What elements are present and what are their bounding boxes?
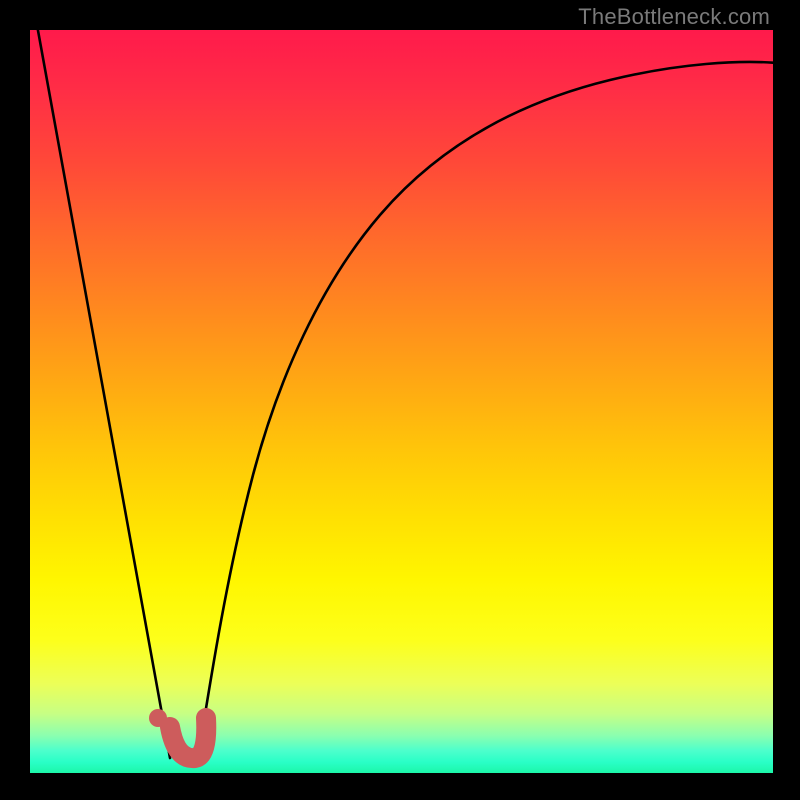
curve-layer <box>30 30 773 773</box>
watermark-text: TheBottleneck.com <box>578 4 770 30</box>
left-line <box>37 30 170 758</box>
chart-frame: TheBottleneck.com <box>0 0 800 800</box>
plot-area <box>30 30 773 773</box>
right-curve <box>198 62 773 758</box>
highlight-hook <box>170 718 206 758</box>
